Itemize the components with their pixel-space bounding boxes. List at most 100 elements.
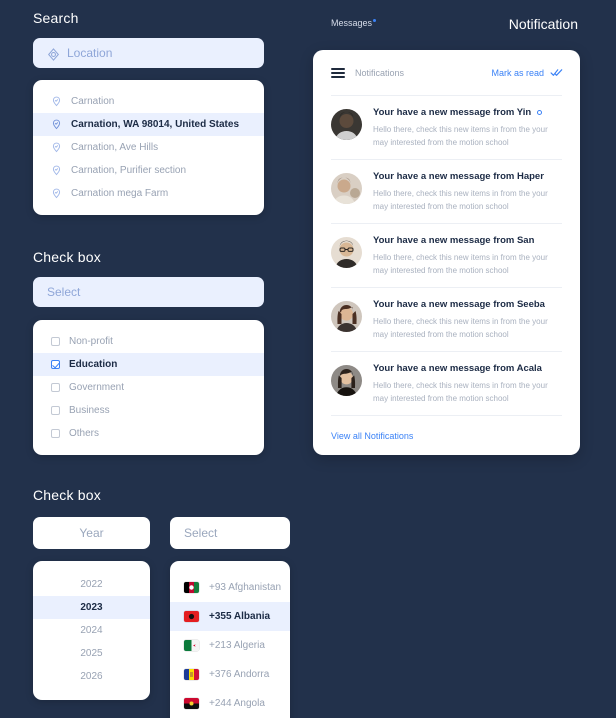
year-option-label: 2023 — [80, 602, 103, 613]
location-option-label: Carnation, WA 98014, United States — [71, 119, 240, 130]
checkbox-option-label: Others — [69, 428, 100, 439]
compass-diamond-icon — [47, 47, 60, 61]
algeria-flag-icon — [184, 640, 199, 651]
afghanistan-flag-icon — [184, 582, 199, 593]
year-section-title: Check box — [33, 487, 101, 503]
year-options-dropdown[interactable]: 2022 2023 2024 2025 2026 — [33, 561, 150, 700]
notifications-card: Notifications Mark as read Your have a n… — [313, 50, 580, 455]
location-option-selected[interactable]: Carnation, WA 98014, United States — [33, 113, 264, 136]
checkbox-option-label: Government — [69, 382, 125, 393]
notification-title-text: Your have a new message from Haper — [373, 171, 544, 182]
location-option[interactable]: Carnation, Ave Hills — [33, 136, 264, 159]
location-search-placeholder: Location — [67, 46, 113, 60]
year-option[interactable]: 2026 — [33, 665, 150, 688]
year-column: Year 2022 2023 2024 2025 2026 — [33, 517, 150, 700]
mark-as-read-label: Mark as read — [491, 67, 544, 78]
map-pin-icon — [51, 142, 62, 153]
search-section-title: Search — [33, 10, 79, 26]
mark-as-read-button[interactable]: Mark as read — [491, 67, 563, 78]
year-option-label: 2026 — [80, 671, 103, 682]
double-check-icon — [550, 68, 563, 77]
country-option[interactable]: +376 Andorra — [170, 660, 290, 689]
avatar — [331, 109, 362, 140]
checkbox-checked-icon[interactable] — [51, 360, 60, 369]
country-select-placeholder: Select — [184, 526, 218, 540]
checkbox-unchecked-icon[interactable] — [51, 429, 60, 438]
year-country-section: Check box Year 2022 2023 2024 2025 2026 … — [33, 487, 303, 718]
country-options-dropdown[interactable]: +93 Afghanistan +355 Albania +213 Algeri… — [170, 561, 290, 718]
avatar — [331, 365, 362, 396]
notification-item[interactable]: Your have a new message from San Hello t… — [331, 223, 562, 287]
checkbox-select-input[interactable]: Select — [33, 277, 264, 307]
location-option-label: Carnation, Ave Hills — [71, 142, 159, 153]
location-search-input[interactable]: Location — [33, 38, 264, 68]
notification-body: Your have a new message from Seeba Hello… — [373, 299, 562, 341]
notification-body: Your have a new message from Acala Hello… — [373, 363, 562, 405]
albania-flag-icon — [184, 611, 199, 622]
checkbox-option[interactable]: Non-profit — [33, 330, 264, 353]
notification-title-text: Your have a new message from Yin — [373, 107, 532, 118]
notification-description: Hello there, check this new items in fro… — [373, 317, 548, 339]
year-option-label: 2024 — [80, 625, 103, 636]
hamburger-icon[interactable] — [331, 67, 345, 78]
app-root: Search Location Carnation Carnation, WA … — [0, 0, 616, 718]
notifications-section: Messages Notification Notifications Mark… — [313, 0, 580, 455]
view-all-notifications-link[interactable]: View all Notifications — [331, 431, 413, 441]
checkbox-option[interactable]: Others — [33, 422, 264, 445]
notification-body: Your have a new message from San Hello t… — [373, 235, 562, 277]
map-pin-icon — [51, 188, 62, 199]
country-option-label: +213 Algeria — [209, 640, 265, 651]
notification-title: Your have a new message from Yin — [373, 107, 562, 118]
notification-description: Hello there, check this new items in fro… — [373, 125, 548, 147]
country-option-label: +244 Angola — [209, 698, 265, 709]
notification-item[interactable]: Your have a new message from Acala Hello… — [331, 351, 562, 415]
notifications-list-label: Notifications — [355, 67, 405, 78]
notifications-footer: View all Notifications — [331, 415, 562, 455]
year-select-input[interactable]: Year — [33, 517, 150, 549]
checkbox-option-label: Education — [69, 359, 118, 370]
notification-title-text: Your have a new message from Acala — [373, 363, 542, 374]
messages-tab-label: Messages — [331, 18, 373, 28]
checkbox-options-dropdown[interactable]: Non-profit Education Government Business… — [33, 320, 264, 455]
map-pin-icon — [51, 119, 62, 130]
checkbox-option[interactable]: Business — [33, 399, 264, 422]
checkbox-option-selected[interactable]: Education — [33, 353, 264, 376]
messages-tab[interactable]: Messages — [331, 18, 377, 28]
year-option[interactable]: 2025 — [33, 642, 150, 665]
notification-item[interactable]: Your have a new message from Haper Hello… — [331, 159, 562, 223]
year-option[interactable]: 2024 — [33, 619, 150, 642]
notification-description: Hello there, check this new items in fro… — [373, 189, 548, 211]
location-option-label: Carnation — [71, 96, 115, 107]
notification-item[interactable]: Your have a new message from Seeba Hello… — [331, 287, 562, 351]
checkbox-unchecked-icon[interactable] — [51, 383, 60, 392]
andorra-flag-icon — [184, 669, 199, 680]
country-option[interactable]: +93 Afghanistan — [170, 573, 290, 602]
country-option[interactable]: +244 Angola — [170, 689, 290, 718]
page-title: Notification — [508, 16, 578, 32]
year-select-placeholder: Year — [79, 526, 104, 540]
location-option-label: Carnation mega Farm — [71, 188, 169, 199]
year-option-label: 2022 — [80, 579, 103, 590]
country-option[interactable]: +213 Algeria — [170, 631, 290, 660]
checkbox-option-label: Non-profit — [69, 336, 113, 347]
country-select-input[interactable]: Select — [170, 517, 290, 549]
notification-title: Your have a new message from Seeba — [373, 299, 562, 310]
unread-dot-icon — [537, 110, 543, 115]
country-option-selected[interactable]: +355 Albania — [170, 602, 290, 631]
checkbox-option[interactable]: Government — [33, 376, 264, 399]
year-option[interactable]: 2022 — [33, 573, 150, 596]
year-option-selected[interactable]: 2023 — [33, 596, 150, 619]
year-option-label: 2025 — [80, 648, 103, 659]
notification-body: Your have a new message from Yin Hello t… — [373, 107, 562, 149]
location-option[interactable]: Carnation mega Farm — [33, 182, 264, 205]
location-option[interactable]: Carnation, Purifier section — [33, 159, 264, 182]
map-pin-icon — [51, 165, 62, 176]
avatar — [331, 237, 362, 268]
notification-item[interactable]: Your have a new message from Yin Hello t… — [331, 95, 562, 159]
checkbox-section: Check box Select Non-profit Education Go… — [33, 249, 264, 455]
location-option[interactable]: Carnation — [33, 90, 264, 113]
notifications-header: Messages Notification — [313, 0, 580, 50]
checkbox-unchecked-icon[interactable] — [51, 337, 60, 346]
checkbox-unchecked-icon[interactable] — [51, 406, 60, 415]
location-options-dropdown[interactable]: Carnation Carnation, WA 98014, United St… — [33, 80, 264, 215]
